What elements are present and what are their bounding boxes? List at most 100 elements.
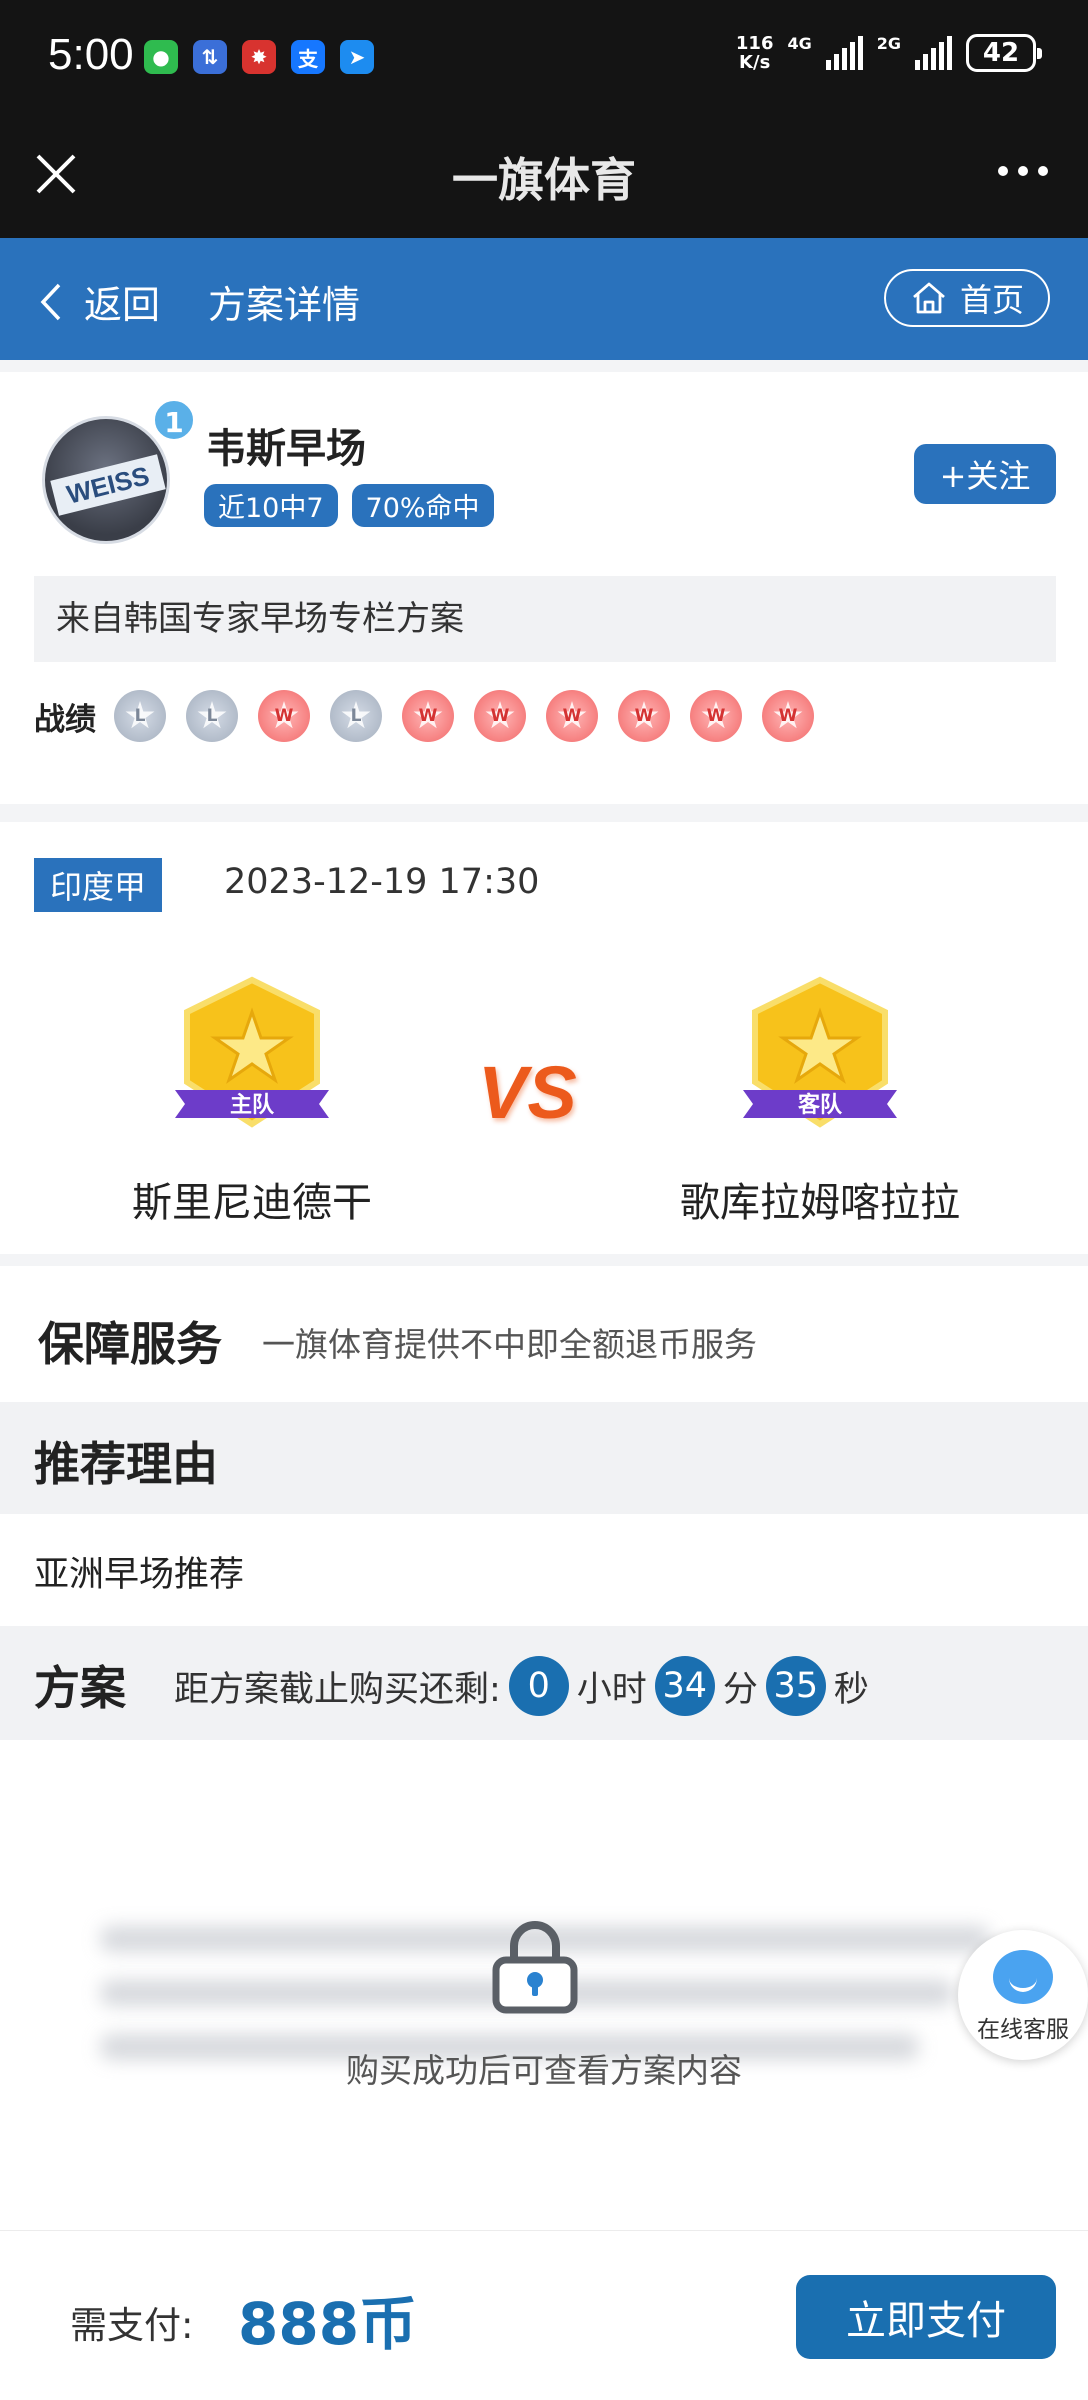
match-datetime: 2023-12-19 17:30 [224,862,540,902]
record-result: W [634,706,654,726]
record-result: L [206,706,218,726]
expert-tags: 近10中7 70%命中 [204,484,494,527]
seconds-unit: 秒 [833,1669,869,1710]
reason-body: 亚洲早场推荐 [0,1514,1088,1626]
expert-tag: 近10中7 [204,484,338,527]
win-badge-icon: W [618,690,670,742]
plan-content: 购买成功后可查看方案内容 在线客服 [0,1740,1088,2230]
league-tag: 印度甲 [34,858,163,912]
more-icon[interactable] [998,166,1048,176]
plan-title: 方案 [34,1661,126,1715]
payment-label: 需支付: [70,2304,194,2347]
record-result: L [350,706,362,726]
win-badge-icon: W [402,690,454,742]
record-result: W [418,706,438,726]
plan-header: 方案 距方案截止购买还剩: 0 小时 34 分 35 秒 [0,1626,1088,1740]
away-badge-label: 客队 [798,1092,843,1118]
countdown-seconds: 35 [765,1656,826,1716]
home-icon [913,282,945,314]
win-badge-icon: W [762,690,814,742]
record-result: W [562,706,582,726]
win-badge-icon: W [546,690,598,742]
record-result: W [778,706,798,726]
minutes-unit: 分 [722,1669,758,1710]
countdown: 距方案截止购买还剩: 0 小时 34 分 35 秒 [174,1656,869,1716]
lock-icon [492,1921,578,2014]
notification-icons: ● ⇅ ✸ 支 ➤ [144,40,374,74]
home-team: 主队 斯里尼迪德干 [82,972,422,1228]
countdown-label: 距方案截止购买还剩: [174,1669,501,1710]
countdown-hours: 0 [508,1656,569,1716]
customer-service-button[interactable]: 在线客服 [958,1930,1088,2060]
network-speed-unit: K/s [739,52,771,73]
app-title: 一旗体育 [452,153,636,207]
record-result: L [134,706,146,726]
back-label: 返回 [84,283,161,327]
away-team-shield-icon: 客队 [743,976,897,1128]
record-label: 战绩 [34,701,96,738]
battery-level: 42 [982,38,1020,68]
expert-description: 来自韩国专家早场专栏方案 [34,576,1056,662]
record-result: W [706,706,726,726]
countdown-minutes: 34 [654,1656,715,1716]
match-card: 印度甲 2023-12-19 17:30 主队 斯里尼迪德干 VS 客队 歌库拉… [0,822,1088,1254]
rank-badge: 1 [152,398,196,442]
record-result: W [274,706,294,726]
reason-text: 亚洲早场推荐 [34,1555,245,1595]
customer-service-label: 在线客服 [977,2017,1069,2043]
home-label: 首页 [959,281,1024,319]
signal-icon [825,36,863,70]
alipay-icon: 支 [291,40,325,74]
pay-now-button[interactable]: 立即支付 [796,2275,1056,2359]
loss-badge-icon: L [114,690,166,742]
follow-button[interactable]: +关注 [914,444,1056,504]
away-team: 客队 歌库拉姆喀拉拉 [650,972,990,1228]
vs-label: VS [478,1051,577,1134]
page-title: 方案详情 [208,283,361,327]
status-time: 5:00 [48,30,134,79]
record-result: W [490,706,510,726]
nav-bar: 返回 方案详情 首页 [0,238,1088,360]
guarantee-section: 保障服务 一旗体育提供不中即全额退币服务 [0,1266,1088,1402]
network-speed-value: 116 [735,33,774,54]
app-title-bar: 一旗体育 [0,112,1088,238]
expert-card: WEISS 1 韦斯早场 近10中7 70%命中 +关注 来自韩国专家早场专栏方… [0,372,1088,804]
expert-tag: 70%命中 [351,484,494,527]
home-team-name: 斯里尼迪德干 [132,1180,372,1226]
locked-message: 购买成功后可查看方案内容 [346,2051,742,2090]
loss-badge-icon: L [186,690,238,742]
chevron-left-icon [40,283,61,320]
loss-badge-icon: L [330,690,382,742]
status-bar: 5:00 ● ⇅ ✸ 支 ➤ 116 K/s 4G 2G 42 [0,0,1088,112]
win-badge-icon: W [690,690,742,742]
win-badge-icon: W [258,690,310,742]
app-icon: ✸ [242,40,276,74]
guarantee-title: 保障服务 [38,1317,222,1371]
record-row: 战绩 L L W L W W W W W W [34,690,814,742]
reason-header: 推荐理由 [0,1402,1088,1514]
guarantee-text: 一旗体育提供不中即全额退币服务 [262,1325,757,1364]
navigation-icon: ➤ [340,40,374,74]
sim1-network-label: 4G [787,34,812,53]
payment-bar: 需支付: 888币 立即支付 [0,2230,1088,2400]
home-badge-label: 主队 [230,1093,275,1118]
back-button[interactable]: 返回 [40,274,160,329]
record-badges: LLWLWWWWWW [114,690,814,742]
payment-amount: 888币 [238,2290,418,2358]
reason-title: 推荐理由 [34,1437,218,1491]
chat-icon [993,1950,1053,2004]
home-button[interactable]: 首页 [884,269,1050,327]
sim2-network-label: 2G [876,34,901,53]
home-team-shield-icon: 主队 [175,976,329,1128]
away-team-name: 歌库拉姆喀拉拉 [680,1180,960,1226]
wechat-icon: ● [144,40,178,74]
network-speed: 116 K/s [736,34,774,72]
win-badge-icon: W [474,690,526,742]
status-indicators: 116 K/s 4G 2G 42 [736,34,1042,72]
hours-unit: 小时 [576,1669,647,1710]
battery-icon: 42 [966,34,1042,72]
expert-name: 韦斯早场 [206,426,366,472]
avatar-logo: WEISS [50,454,166,516]
transfer-icon: ⇅ [193,40,227,74]
avatar[interactable]: WEISS [42,416,170,544]
